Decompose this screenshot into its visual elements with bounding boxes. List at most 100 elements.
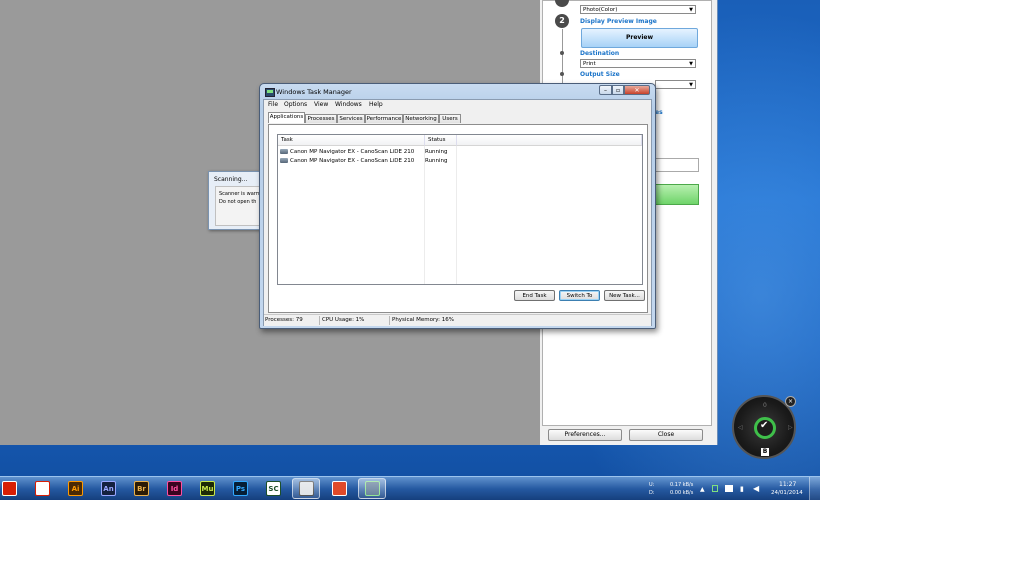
photoshop-icon[interactable]: Ps <box>233 481 248 496</box>
show-desktop-button[interactable] <box>809 477 820 500</box>
muse-icon[interactable]: Mu <box>200 481 215 496</box>
maximize-button[interactable]: ▫ <box>612 85 624 95</box>
indesign-icon[interactable]: Id <box>167 481 182 496</box>
step-dot <box>560 51 564 55</box>
menu-file[interactable]: File <box>268 101 278 108</box>
menu-help[interactable]: Help <box>369 101 383 108</box>
task-manager-icon <box>265 88 275 97</box>
output-size-label: Output Size <box>580 71 620 78</box>
creative-cloud-icon[interactable] <box>2 481 17 496</box>
network-icon[interactable]: ▮ <box>740 485 744 493</box>
chevron-down-icon: ▼ <box>689 82 693 88</box>
tab-users[interactable]: Users <box>439 114 461 123</box>
net-up-label: U: <box>649 482 655 488</box>
step-1-marker <box>555 0 569 7</box>
destination-label: Destination <box>580 50 620 57</box>
tab-services[interactable]: Services <box>337 114 365 123</box>
close-icon[interactable]: ✕ <box>624 85 650 95</box>
scanning-dialog-title: Scanning... <box>214 176 248 183</box>
sc-app-icon[interactable]: SC <box>266 481 281 496</box>
display-preview-label: Display Preview Image <box>580 18 657 25</box>
color-mode-value: Photo(Color) <box>583 7 618 13</box>
task-name: Canon MP Navigator EX - CanoScan LiDE 21… <box>290 158 415 164</box>
taskbar: Ai An Br Id Mu Ps SC U: D: 0.17 kB/s 0.00 kB/s… <box>0 476 820 500</box>
preview-button[interactable]: Preview <box>581 28 698 48</box>
battery-icon[interactable] <box>712 485 718 492</box>
volume-icon[interactable]: ◀ <box>753 484 759 493</box>
status-divider <box>319 316 320 325</box>
column-divider <box>424 146 425 284</box>
step-2-marker: 2 <box>555 14 569 28</box>
gadget-right-indicator: ▷ <box>788 424 793 431</box>
partial-label: es <box>655 109 663 116</box>
task-manager-window: Windows Task Manager – ▫ ✕ File Options … <box>259 83 656 329</box>
tab-networking[interactable]: Networking <box>403 114 439 123</box>
menu-bar: File Options View Windows Help <box>264 100 651 110</box>
tool-app-icon[interactable] <box>332 481 347 496</box>
taskbar-active-highlight <box>292 478 320 499</box>
status-processes: Processes: 79 <box>265 317 303 323</box>
destination-select[interactable]: Print ▼ <box>580 59 696 68</box>
applications-page: Task Status Canon MP Navigator EX - Cano… <box>268 124 648 313</box>
gadget-top-indicator: 0 <box>763 402 767 409</box>
column-header-empty <box>457 135 642 146</box>
status-memory: Physical Memory: 16% <box>392 317 454 323</box>
new-task-button[interactable]: New Task... <box>604 290 645 301</box>
net-down-value: 0.00 kB/s <box>670 490 694 496</box>
gadget-badge: B <box>761 448 769 456</box>
tab-performance[interactable]: Performance <box>365 114 403 123</box>
illustrator-icon[interactable]: Ai <box>68 481 83 496</box>
chevron-down-icon: ▼ <box>689 61 693 67</box>
tab-processes[interactable]: Processes <box>305 114 337 123</box>
menu-windows[interactable]: Windows <box>335 101 362 108</box>
gadget-left-indicator: ◁ <box>738 424 743 431</box>
action-center-icon[interactable] <box>725 485 733 492</box>
clock-date[interactable]: 24/01/2014 <box>771 490 803 496</box>
scanner-icon <box>280 158 288 163</box>
preferences-button[interactable]: Preferences... <box>548 429 622 441</box>
bridge-icon[interactable]: Br <box>134 481 149 496</box>
status-divider <box>389 316 390 325</box>
acrobat-icon[interactable] <box>35 481 50 496</box>
task-name: Canon MP Navigator EX - CanoScan LiDE 21… <box>290 149 415 155</box>
table-row[interactable]: Canon MP Navigator EX - CanoScan LiDE 21… <box>280 157 458 166</box>
task-list[interactable]: Task Status Canon MP Navigator EX - Cano… <box>277 134 643 285</box>
show-hidden-icons[interactable]: ▲ <box>700 486 705 493</box>
animate-icon[interactable]: An <box>101 481 116 496</box>
gadget-close-icon[interactable]: × <box>785 396 796 407</box>
scanning-message-line1: Scanner is warm <box>219 191 261 197</box>
taskbar-active-highlight <box>358 478 386 499</box>
net-down-label: D: <box>649 490 655 496</box>
end-task-button[interactable]: End Task <box>514 290 555 301</box>
step-dot <box>560 72 564 76</box>
status-cpu: CPU Usage: 1% <box>322 317 365 323</box>
step-connector <box>562 29 563 89</box>
table-row[interactable]: Canon MP Navigator EX - CanoScan LiDE 21… <box>280 148 458 157</box>
destination-value: Print <box>583 61 596 67</box>
scanning-message-line2: Do not open th <box>219 199 257 205</box>
column-divider <box>456 146 457 284</box>
menu-view[interactable]: View <box>314 101 328 108</box>
output-size-select[interactable]: ▼ <box>655 80 696 89</box>
column-header-status[interactable]: Status <box>425 135 457 146</box>
status-bar: Processes: 79 CPU Usage: 1% Physical Mem… <box>264 314 651 326</box>
task-manager-client: File Options View Windows Help Applicati… <box>263 99 652 326</box>
settings-field[interactable] <box>655 158 699 172</box>
clock-time[interactable]: 11:27 <box>779 481 796 488</box>
desktop: Photo(Color) ▼ 2 Display Preview Image P… <box>0 0 820 500</box>
scan-button[interactable] <box>655 184 699 205</box>
color-mode-select[interactable]: Photo(Color) ▼ <box>580 5 696 14</box>
tab-applications[interactable]: Applications <box>268 112 305 123</box>
chevron-down-icon: ▼ <box>689 7 693 13</box>
close-button[interactable]: Close <box>629 429 703 441</box>
switch-to-button[interactable]: Switch To <box>559 290 600 301</box>
scanner-icon <box>280 149 288 154</box>
column-header-task[interactable]: Task <box>278 135 425 146</box>
window-title: Windows Task Manager <box>276 88 352 96</box>
task-status: Running <box>425 158 448 164</box>
task-status: Running <box>425 149 448 155</box>
menu-options[interactable]: Options <box>284 101 307 108</box>
minimize-button[interactable]: – <box>599 85 612 95</box>
net-up-value: 0.17 kB/s <box>670 482 694 488</box>
check-icon[interactable] <box>754 417 776 439</box>
